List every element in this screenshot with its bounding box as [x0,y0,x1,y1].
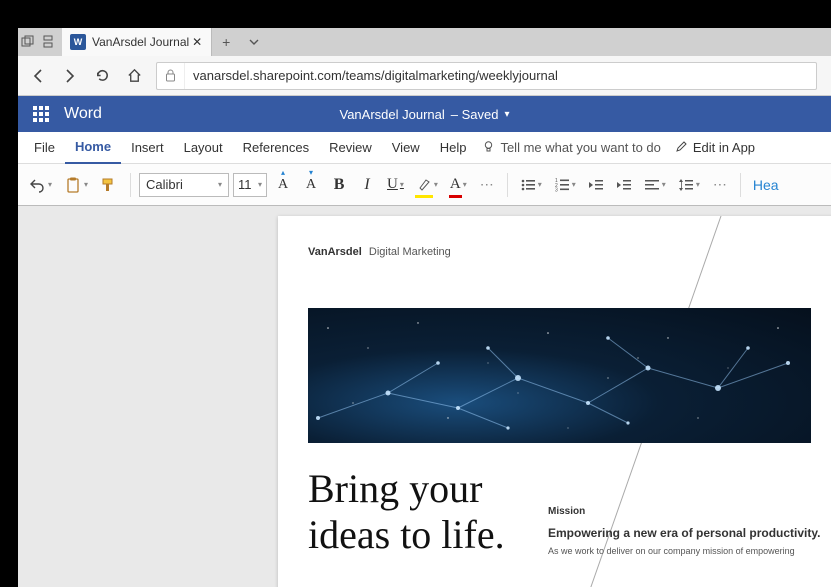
decrease-indent-button[interactable] [584,170,608,200]
tab-actions-icon-2[interactable] [38,28,58,56]
menu-help[interactable]: Help [430,132,477,164]
browser-titlebar: W VanArsdel Journal ✕ + [18,28,831,56]
close-tab-button[interactable]: ✕ [189,34,205,50]
svg-text:3: 3 [555,187,558,192]
lock-icon [157,63,185,89]
document-canvas[interactable]: VanArsdel Digital Marketing Bring your i… [18,206,831,587]
new-tab-button[interactable]: + [212,28,240,56]
saved-status: – Saved [451,107,499,122]
menu-view[interactable]: View [382,132,430,164]
separator [130,173,131,197]
bold-button[interactable]: B [327,170,351,200]
chevron-down-icon: ▾ [572,180,576,189]
browser-window: W VanArsdel Journal ✕ + vanarsdel.sharep… [18,28,831,587]
menu-references[interactable]: References [233,132,319,164]
highlight-button[interactable]: ▾ [412,170,442,200]
url-text: vanarsdel.sharepoint.com/teams/digitalma… [185,68,816,83]
mission-label: Mission [548,506,585,517]
section-subheading: Empowering a new era of personal product… [548,526,821,540]
align-button[interactable]: ▾ [640,170,670,200]
headline-line2: ideas to life. [308,512,505,557]
document-headline: Bring your ideas to life. [308,466,505,558]
forward-button[interactable] [54,60,86,92]
brand-name: VanArsdel [308,246,362,258]
tell-me-label: Tell me what you want to do [500,140,660,155]
doc-title-text: VanArsdel Journal [340,107,445,122]
headline-line1: Bring your [308,466,482,511]
chevron-down-icon: ▾ [463,180,467,189]
chevron-down-icon: ▾ [400,180,404,189]
font-overflow-button[interactable]: ⋯ [475,170,499,200]
italic-button[interactable]: I [355,170,379,200]
pencil-icon [675,140,688,156]
chevron-down-icon: ▾ [84,180,88,189]
chevron-down-icon: ▾ [504,109,509,120]
lightbulb-icon [482,140,495,156]
menu-home[interactable]: Home [65,132,121,164]
word-favicon-icon: W [70,34,86,50]
numbering-button[interactable]: 123 ▾ [550,170,580,200]
menu-file[interactable]: File [24,132,65,164]
brand-header: VanArsdel Digital Marketing [308,246,451,258]
edit-in-app-button[interactable]: Edit in App [675,140,755,156]
tab-title: VanArsdel Journal [92,35,189,49]
undo-button[interactable]: ▾ [24,170,56,200]
menu-insert[interactable]: Insert [121,132,174,164]
separator [740,173,741,197]
increase-indent-button[interactable] [612,170,636,200]
font-name-select[interactable]: Calibri ▾ [139,173,229,197]
font-name-value: Calibri [146,177,183,192]
font-size-select[interactable]: 11 ▾ [233,173,267,197]
bullets-button[interactable]: ▾ [516,170,546,200]
brand-subname: Digital Marketing [369,246,451,258]
app-launcher-icon[interactable] [26,99,56,129]
tab-actions-icon-1[interactable] [18,28,38,56]
format-painter-button[interactable] [96,170,122,200]
styles-button[interactable]: Hea [749,170,783,200]
font-size-value: 11 [238,177,252,192]
word-menubar: File Home Insert Layout References Revie… [18,132,831,164]
hero-image [308,308,811,443]
refresh-button[interactable] [86,60,118,92]
chevron-down-icon: ▾ [48,180,52,189]
chevron-down-icon: ▾ [538,180,542,189]
chevron-down-icon: ▾ [662,180,666,189]
paste-button[interactable]: ▾ [60,170,92,200]
font-color-button[interactable]: A ▾ [446,170,471,200]
edit-in-app-label: Edit in App [693,140,755,155]
chevron-down-icon: ▾ [434,180,438,189]
chevron-down-icon: ▾ [696,180,700,189]
chevron-down-icon: ▾ [258,180,262,189]
address-bar[interactable]: vanarsdel.sharepoint.com/teams/digitalma… [156,62,817,90]
separator [507,173,508,197]
ribbon: ▾ ▾ Calibri ▾ 11 ▾ A▴ A▾ B I U▾ [18,164,831,206]
word-titlebar: Word VanArsdel Journal – Saved ▾ [18,96,831,132]
browser-tab[interactable]: W VanArsdel Journal ✕ [62,28,212,56]
shrink-font-button[interactable]: A▾ [299,170,323,200]
underline-button[interactable]: U▾ [383,170,408,200]
tell-me-search[interactable]: Tell me what you want to do [482,140,660,156]
menu-review[interactable]: Review [319,132,382,164]
document-page[interactable]: VanArsdel Digital Marketing Bring your i… [278,216,831,587]
browser-navbar: vanarsdel.sharepoint.com/teams/digitalma… [18,56,831,96]
grow-font-button[interactable]: A▴ [271,170,295,200]
back-button[interactable] [22,60,54,92]
chevron-down-icon: ▾ [218,180,222,189]
body-text: As we work to deliver on our company mis… [548,546,808,556]
app-name: Word [64,105,102,123]
line-spacing-button[interactable]: ▾ [674,170,704,200]
home-button[interactable] [118,60,150,92]
document-title-button[interactable]: VanArsdel Journal – Saved ▾ [340,107,510,122]
paragraph-overflow-button[interactable]: ⋯ [708,170,732,200]
menu-layout[interactable]: Layout [174,132,233,164]
tabs-dropdown-button[interactable] [240,28,268,56]
